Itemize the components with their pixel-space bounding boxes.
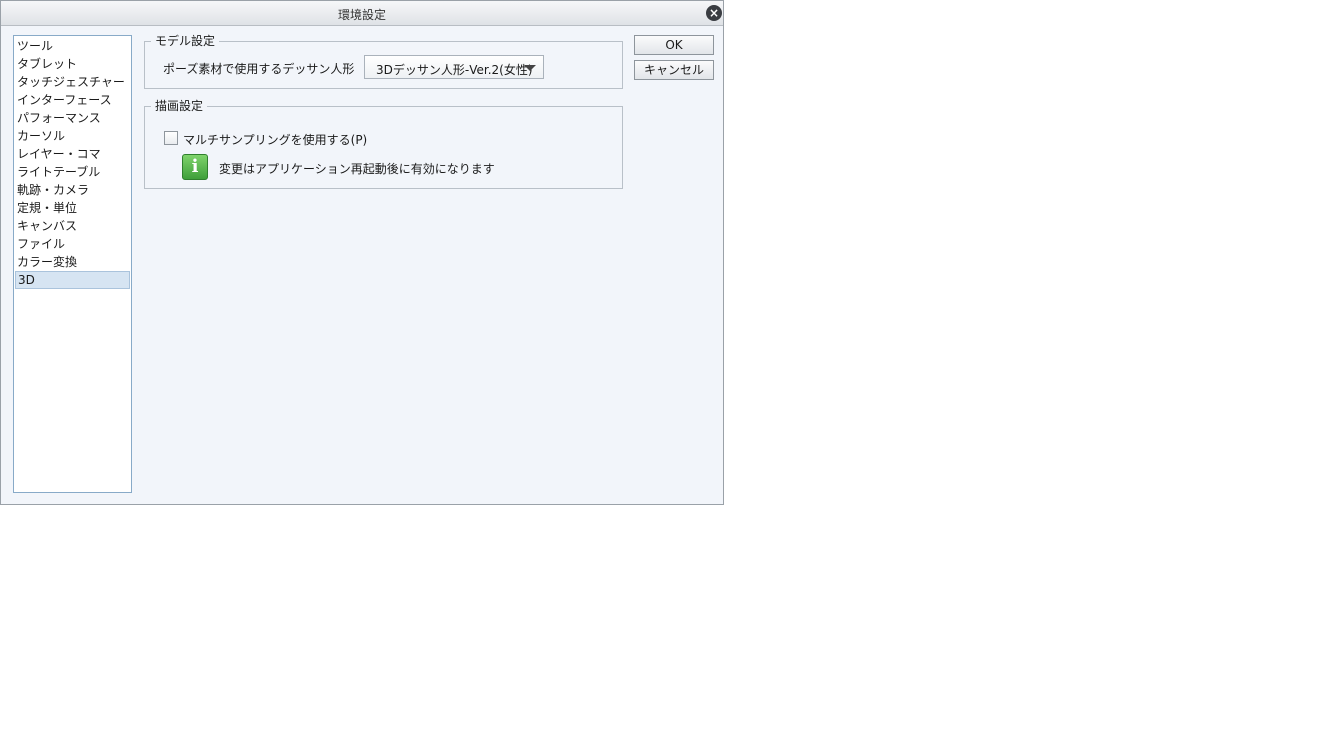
sidebar-item-interface[interactable]: インターフェース	[15, 91, 130, 109]
sidebar-item-canvas[interactable]: キャンバス	[15, 217, 130, 235]
window-title: 環境設定	[337, 8, 386, 22]
model-select-value: 3Dデッサン人形-Ver.2(女性)	[376, 63, 533, 77]
sidebar-item-trajectory-camera[interactable]: 軌跡・カメラ	[15, 181, 130, 199]
sidebar-item-light-table[interactable]: ライトテーブル	[15, 163, 130, 181]
chevron-down-icon	[524, 65, 536, 71]
draw-settings-group: 描画設定 マルチサンプリングを使用する(P) i 変更はアプリケーション再起動後…	[144, 99, 623, 189]
sidebar-item-performance[interactable]: パフォーマンス	[15, 109, 130, 127]
sidebar-item-ruler-unit[interactable]: 定規・単位	[15, 199, 130, 217]
model-label: ポーズ素材で使用するデッサン人形	[163, 62, 355, 76]
multisampling-checkbox[interactable]	[164, 131, 178, 145]
category-list: ツール タブレット タッチジェスチャー インターフェース パフォーマンス カーソ…	[13, 35, 132, 493]
sidebar-item-cursor[interactable]: カーソル	[15, 127, 130, 145]
restart-notice: 変更はアプリケーション再起動後に有効になります	[219, 162, 495, 176]
sidebar-item-tool[interactable]: ツール	[15, 37, 130, 55]
model-settings-group: モデル設定 ポーズ素材で使用するデッサン人形 3Dデッサン人形-Ver.2(女性…	[144, 34, 623, 89]
multisampling-label[interactable]: マルチサンプリングを使用する(P)	[183, 131, 367, 148]
ok-button[interactable]: OK	[634, 35, 714, 55]
info-icon: i	[182, 154, 208, 180]
sidebar-item-touch-gesture[interactable]: タッチジェスチャー	[15, 73, 130, 91]
close-icon[interactable]: ×	[706, 5, 722, 21]
sidebar-item-file[interactable]: ファイル	[15, 235, 130, 253]
sidebar-item-tablet[interactable]: タブレット	[15, 55, 130, 73]
sidebar-item-3d[interactable]: 3D	[15, 271, 130, 289]
preferences-dialog: 環境設定 × ツール タブレット タッチジェスチャー インターフェース パフォー…	[0, 0, 724, 505]
cancel-button[interactable]: キャンセル	[634, 60, 714, 80]
sidebar-item-color-conversion[interactable]: カラー変換	[15, 253, 130, 271]
sidebar-item-layer-frame[interactable]: レイヤー・コマ	[15, 145, 130, 163]
model-select[interactable]: 3Dデッサン人形-Ver.2(女性)	[364, 55, 544, 79]
model-settings-legend: モデル設定	[151, 34, 220, 48]
title-bar[interactable]: 環境設定 ×	[1, 1, 723, 26]
draw-settings-legend: 描画設定	[151, 99, 208, 113]
